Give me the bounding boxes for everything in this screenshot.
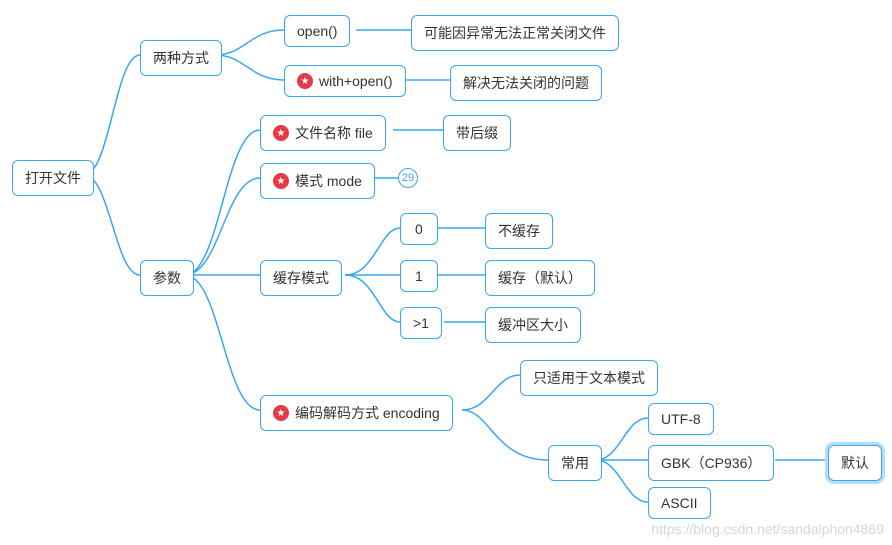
badge-value: 29 (402, 172, 414, 184)
star-icon: ★ (273, 125, 289, 141)
node-label: 可能因异常无法正常关闭文件 (424, 23, 606, 43)
node-withopen-note[interactable]: 解决无法关闭的问题 (450, 65, 602, 101)
node-mode[interactable]: ★ 模式 mode (260, 163, 375, 199)
node-label: 不缓存 (498, 221, 540, 241)
node-open-note[interactable]: 可能因异常无法正常关闭文件 (411, 15, 619, 51)
node-label: 1 (415, 268, 423, 284)
node-label: 文件名称 file (295, 123, 373, 143)
node-buffer-0[interactable]: 0 (400, 213, 438, 245)
node-label: 两种方式 (153, 48, 209, 68)
node-label: 模式 mode (295, 171, 362, 191)
node-label: 编码解码方式 encoding (295, 403, 440, 423)
node-label: >1 (413, 315, 429, 331)
node-buffer-gt1-desc[interactable]: 缓冲区大小 (485, 307, 581, 343)
node-encoding-note1[interactable]: 只适用于文本模式 (520, 360, 658, 396)
node-buffer-1[interactable]: 1 (400, 260, 438, 292)
node-default[interactable]: 默认 (828, 445, 882, 481)
node-open[interactable]: open() (284, 15, 350, 47)
child-count-badge[interactable]: 29 (398, 168, 418, 188)
node-label: 0 (415, 221, 423, 237)
node-withopen[interactable]: ★ with+open() (284, 65, 406, 97)
node-label: 默认 (841, 453, 869, 473)
watermark: https://blog.csdn.net/sandalphon4869 (651, 521, 884, 537)
star-icon: ★ (273, 405, 289, 421)
node-label: ASCII (661, 495, 698, 511)
node-label: 缓存模式 (273, 268, 329, 288)
node-buffer-0-desc[interactable]: 不缓存 (485, 213, 553, 249)
node-ascii[interactable]: ASCII (648, 487, 711, 519)
node-label: 打开文件 (25, 168, 81, 188)
node-label: 只适用于文本模式 (533, 368, 645, 388)
node-buffer-gt1[interactable]: >1 (400, 307, 442, 339)
node-buffer[interactable]: 缓存模式 (260, 260, 342, 296)
node-label: with+open() (319, 73, 393, 89)
node-file[interactable]: ★ 文件名称 file (260, 115, 386, 151)
node-label: 解决无法关闭的问题 (463, 73, 589, 93)
node-label: UTF-8 (661, 411, 701, 427)
node-methods[interactable]: 两种方式 (140, 40, 222, 76)
node-label: 参数 (153, 268, 181, 288)
star-icon: ★ (273, 173, 289, 189)
node-label: 缓存（默认） (498, 268, 582, 288)
node-label: 带后缀 (456, 123, 498, 143)
node-file-note[interactable]: 带后缀 (443, 115, 511, 151)
node-encoding[interactable]: ★ 编码解码方式 encoding (260, 395, 453, 431)
node-label: GBK（CP936） (661, 453, 761, 473)
star-icon: ★ (297, 73, 313, 89)
node-root[interactable]: 打开文件 (12, 160, 94, 196)
node-utf8[interactable]: UTF-8 (648, 403, 714, 435)
node-label: 缓冲区大小 (498, 315, 568, 335)
node-params[interactable]: 参数 (140, 260, 194, 296)
watermark-text: https://blog.csdn.net/sandalphon4869 (651, 521, 884, 537)
node-label: open() (297, 23, 337, 39)
node-encoding-common[interactable]: 常用 (548, 445, 602, 481)
node-gbk[interactable]: GBK（CP936） (648, 445, 774, 481)
node-buffer-1-desc[interactable]: 缓存（默认） (485, 260, 595, 296)
node-label: 常用 (561, 453, 589, 473)
